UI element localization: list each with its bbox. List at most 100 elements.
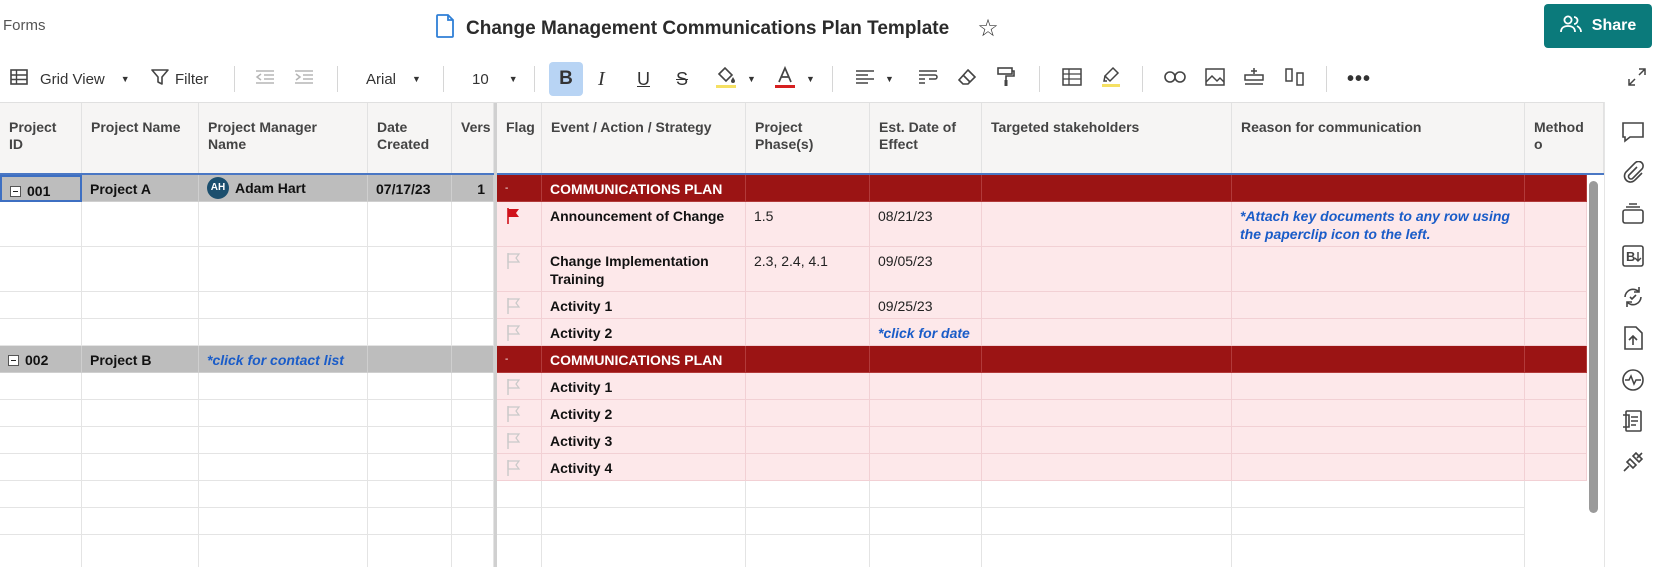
method-cell[interactable] — [1525, 202, 1587, 247]
method-cell[interactable] — [1525, 400, 1587, 427]
date-created-cell[interactable] — [368, 346, 452, 373]
insert-row-button[interactable] — [1244, 58, 1264, 100]
phase-cell[interactable] — [746, 427, 870, 454]
empty-cell[interactable] — [0, 508, 82, 535]
empty-cell[interactable] — [497, 535, 542, 567]
event-cell[interactable]: COMMUNICATIONS PLAN — [542, 175, 746, 202]
flag-cell[interactable]: - — [497, 175, 542, 202]
empty-cell[interactable] — [452, 535, 494, 567]
empty-cell[interactable] — [452, 481, 494, 508]
frozen-column-divider[interactable] — [494, 103, 497, 567]
project-name-cell[interactable] — [82, 427, 199, 454]
collapse-icon[interactable] — [8, 355, 19, 366]
phase-cell[interactable] — [746, 454, 870, 481]
flag-outline-icon[interactable] — [505, 253, 521, 273]
est-date-cell[interactable]: 09/05/23 — [870, 247, 982, 292]
stakeholders-cell[interactable] — [982, 427, 1232, 454]
column-header[interactable]: Project Phase(s) — [746, 103, 870, 173]
table-row[interactable]: Activity 3 — [0, 427, 1604, 454]
flag-cell[interactable] — [497, 400, 542, 427]
empty-cell[interactable] — [1232, 535, 1525, 567]
manager-cell[interactable] — [199, 319, 368, 346]
conditional-format-button[interactable] — [1062, 58, 1082, 100]
est-date-cell[interactable] — [870, 427, 982, 454]
manager-cell[interactable] — [199, 292, 368, 319]
filter-button[interactable]: Filter — [151, 58, 208, 100]
reason-cell[interactable] — [1232, 454, 1525, 481]
summary-icon[interactable]: B — [1619, 242, 1647, 270]
flag-cell[interactable] — [497, 292, 542, 319]
collapse-icon[interactable] — [10, 186, 21, 197]
text-color-button[interactable]: ▼ — [774, 58, 815, 100]
est-date-cell[interactable] — [870, 373, 982, 400]
project-name-cell[interactable] — [82, 400, 199, 427]
table-row[interactable]: Activity 1 09/25/23 — [0, 292, 1604, 319]
empty-cell[interactable] — [542, 535, 746, 567]
empty-row[interactable] — [0, 481, 1604, 508]
stakeholders-cell[interactable] — [982, 175, 1232, 202]
date-created-cell[interactable] — [368, 427, 452, 454]
manager-cell[interactable] — [199, 247, 368, 292]
empty-row[interactable] — [0, 508, 1604, 535]
reason-cell[interactable] — [1232, 427, 1525, 454]
vertical-scrollbar[interactable] — [1589, 181, 1598, 513]
strikethrough-button[interactable]: S — [676, 58, 688, 100]
table-row[interactable]: 001 Project A AH Adam Hart 07/17/23 1 - C… — [0, 175, 1604, 202]
reason-cell[interactable]: *Attach key documents to any row using t… — [1232, 202, 1525, 247]
empty-cell[interactable] — [746, 508, 870, 535]
event-cell[interactable]: Activity 1 — [542, 292, 746, 319]
empty-row[interactable] — [0, 535, 1604, 567]
empty-cell[interactable] — [497, 481, 542, 508]
bold-button[interactable]: B — [549, 62, 583, 96]
method-cell[interactable] — [1525, 454, 1587, 481]
flag-outline-icon[interactable] — [505, 298, 521, 318]
est-date-cell[interactable]: 09/25/23 — [870, 292, 982, 319]
flag-outline-icon[interactable] — [505, 325, 521, 345]
flag-icon[interactable] — [505, 208, 521, 228]
version-cell[interactable] — [452, 247, 494, 292]
phase-cell[interactable] — [746, 400, 870, 427]
column-header[interactable]: Vers — [452, 103, 494, 173]
date-created-cell[interactable] — [368, 319, 452, 346]
empty-cell[interactable] — [1232, 481, 1525, 508]
flag-cell[interactable] — [497, 427, 542, 454]
column-header[interactable]: Date Created — [368, 103, 452, 173]
click-for-date-link[interactable]: *click for date — [878, 325, 970, 341]
empty-cell[interactable] — [452, 508, 494, 535]
project-name-cell[interactable] — [82, 292, 199, 319]
italic-button[interactable]: I — [598, 58, 605, 100]
project-id-cell[interactable] — [0, 247, 82, 292]
activity-icon[interactable] — [1619, 366, 1647, 394]
table-row[interactable]: Activity 2 *click for date — [0, 319, 1604, 346]
event-cell[interactable]: Change Implementation Training — [542, 247, 746, 292]
event-cell[interactable]: Activity 2 — [542, 319, 746, 346]
stakeholders-cell[interactable] — [982, 454, 1232, 481]
flag-cell[interactable] — [497, 373, 542, 400]
event-cell[interactable]: Activity 2 — [542, 400, 746, 427]
column-header[interactable]: Project Manager Name — [199, 103, 368, 173]
version-cell[interactable] — [452, 373, 494, 400]
version-cell[interactable] — [452, 454, 494, 481]
column-header[interactable]: Targeted stakeholders — [982, 103, 1232, 173]
manager-cell[interactable]: *click for contact list — [199, 346, 368, 373]
forms-link[interactable]: Forms — [3, 17, 46, 34]
flag-outline-icon[interactable] — [505, 433, 521, 453]
connector-icon[interactable] — [1619, 448, 1647, 476]
empty-cell[interactable] — [368, 535, 452, 567]
indent-button[interactable] — [294, 58, 314, 100]
reason-cell[interactable] — [1232, 319, 1525, 346]
manager-cell[interactable] — [199, 373, 368, 400]
flag-outline-icon[interactable] — [505, 379, 521, 399]
manager-cell[interactable] — [199, 427, 368, 454]
flag-cell[interactable] — [497, 454, 542, 481]
phase-cell[interactable] — [746, 175, 870, 202]
reason-cell[interactable] — [1232, 292, 1525, 319]
stakeholders-cell[interactable] — [982, 292, 1232, 319]
stakeholders-cell[interactable] — [982, 346, 1232, 373]
empty-cell[interactable] — [0, 535, 82, 567]
font-size-select[interactable]: 10 ▼ — [472, 58, 518, 100]
underline-button[interactable]: U — [637, 58, 650, 100]
method-cell[interactable] — [1525, 373, 1587, 400]
contact-list-link[interactable]: *click for contact list — [207, 352, 344, 368]
empty-cell[interactable] — [982, 508, 1232, 535]
